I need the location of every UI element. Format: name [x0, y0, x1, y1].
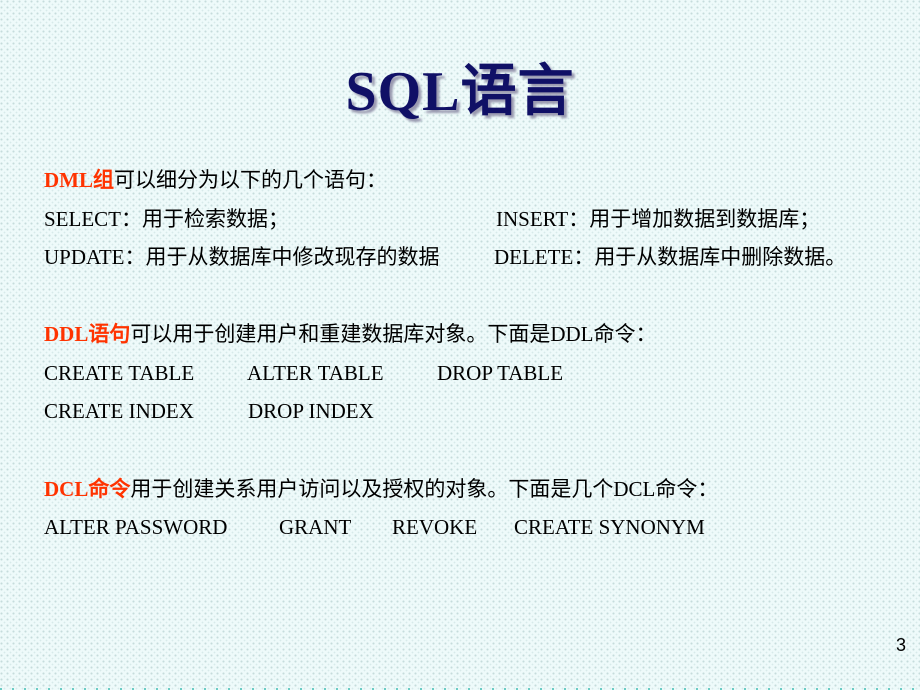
ddl-command: DROP TABLE: [437, 361, 564, 385]
separator: ：: [568, 207, 590, 231]
dml-update-item: UPDATE：用于从数据库中修改现存的数据: [44, 243, 440, 271]
dcl-command: CREATE SYNONYM: [514, 515, 705, 539]
dcl-command: ALTER PASSWORD: [44, 515, 228, 539]
dcl-intro-line: DCL命令用于创建关系用户访问以及授权的对象。下面是几个DCL命令：: [44, 475, 718, 503]
ddl-label: DDL语句: [44, 322, 131, 346]
dcl-label: DCL命令: [44, 477, 131, 501]
dcl-command: GRANT: [279, 515, 352, 539]
ddl-command: CREATE INDEX: [44, 399, 194, 423]
command-description: 用于检索数据；: [142, 207, 289, 231]
command-description: 用于增加数据到数据库；: [589, 207, 821, 231]
dcl-intro-text: 用于创建关系用户访问以及授权的对象。下面是几个DCL命令：: [130, 477, 719, 501]
command-name: DELETE: [494, 245, 574, 269]
separator: ：: [573, 245, 595, 269]
command-name: SELECT: [44, 207, 121, 231]
dml-intro-text: 可以细分为以下的几个语句：: [114, 168, 387, 192]
ddl-command: ALTER TABLE: [247, 361, 384, 385]
dml-intro-line: DML组可以细分为以下的几个语句：: [44, 166, 387, 194]
separator: ：: [121, 207, 142, 231]
command-name: UPDATE: [44, 245, 125, 269]
dml-insert-item: INSERT：用于增加数据到数据库；: [496, 205, 820, 233]
dml-delete-item: DELETE：用于从数据库中删除数据。: [494, 243, 846, 271]
dml-label: DML组: [44, 168, 114, 192]
ddl-intro-line: DDL语句可以用于创建用户和重建数据库对象。下面是DDL命令：: [44, 320, 657, 348]
separator: ：: [124, 245, 146, 269]
ddl-command: CREATE TABLE: [44, 361, 195, 385]
dcl-command: REVOKE: [392, 515, 478, 539]
ddl-intro-text: 可以用于创建用户和重建数据库对象。下面是DDL命令：: [130, 322, 657, 346]
ddl-command: DROP INDEX: [248, 399, 374, 423]
slide-title: SQL语言: [345, 61, 575, 123]
dml-select-item: SELECT：用于检索数据；: [44, 205, 289, 233]
command-description: 用于从数据库中删除数据。: [594, 245, 847, 269]
command-description: 用于从数据库中修改现存的数据: [145, 245, 440, 269]
page-number: 3: [895, 635, 906, 655]
command-name: INSERT: [496, 207, 569, 231]
